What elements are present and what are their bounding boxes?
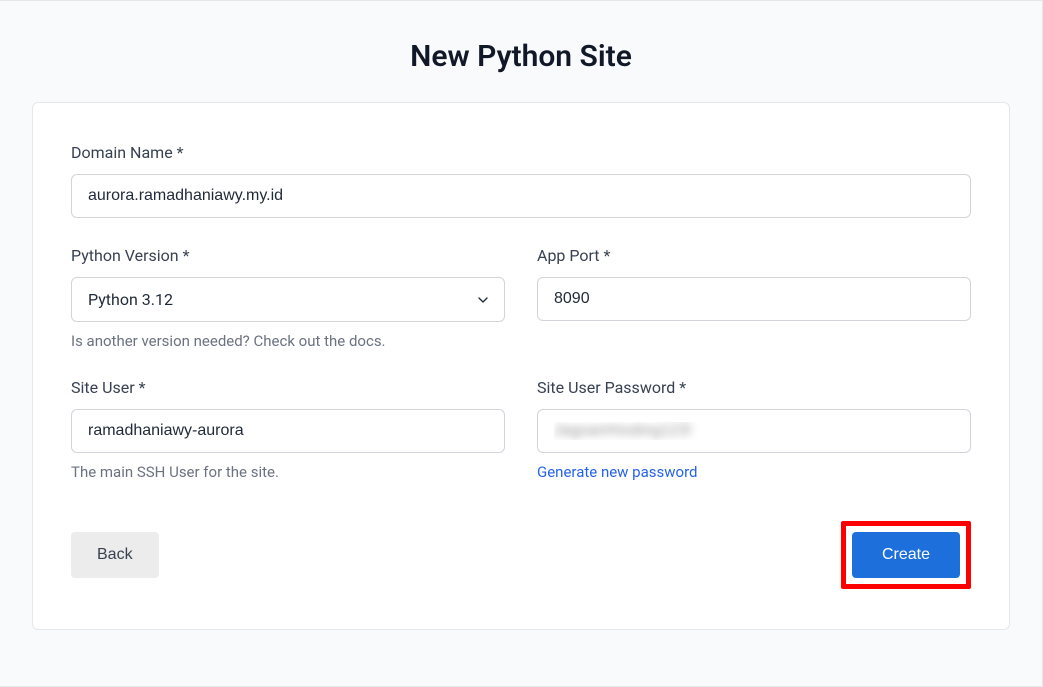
page-title: New Python Site (0, 1, 1042, 102)
create-button-highlight: Create (841, 521, 971, 589)
app-port-group: App Port * (537, 246, 971, 350)
site-user-group: Site User * The main SSH User for the si… (71, 378, 505, 481)
site-user-password-label: Site User Password * (537, 378, 971, 397)
app-port-label: App Port * (537, 246, 971, 265)
generate-password-link[interactable]: Generate new password (537, 463, 697, 481)
site-user-password-group: Site User Password * Generate new passwo… (537, 378, 971, 481)
app-port-input[interactable] (537, 277, 971, 321)
button-row: Back Create (71, 521, 971, 589)
python-version-select[interactable]: Python 3.12 (71, 277, 505, 322)
site-user-label: Site User * (71, 378, 505, 397)
python-version-label: Python Version * (71, 246, 505, 265)
site-user-help: The main SSH User for the site. (71, 463, 505, 481)
site-user-input[interactable] (71, 409, 505, 453)
form-card: Domain Name * Python Version * Python 3.… (32, 102, 1010, 630)
python-version-group: Python Version * Python 3.12 Is another … (71, 246, 505, 350)
back-button[interactable]: Back (71, 532, 159, 578)
domain-name-group: Domain Name * (71, 143, 971, 218)
domain-name-label: Domain Name * (71, 143, 971, 162)
python-version-help: Is another version needed? Check out the… (71, 332, 505, 350)
site-user-password-input[interactable] (537, 409, 971, 453)
domain-name-input[interactable] (71, 174, 971, 218)
create-button[interactable]: Create (852, 532, 960, 578)
